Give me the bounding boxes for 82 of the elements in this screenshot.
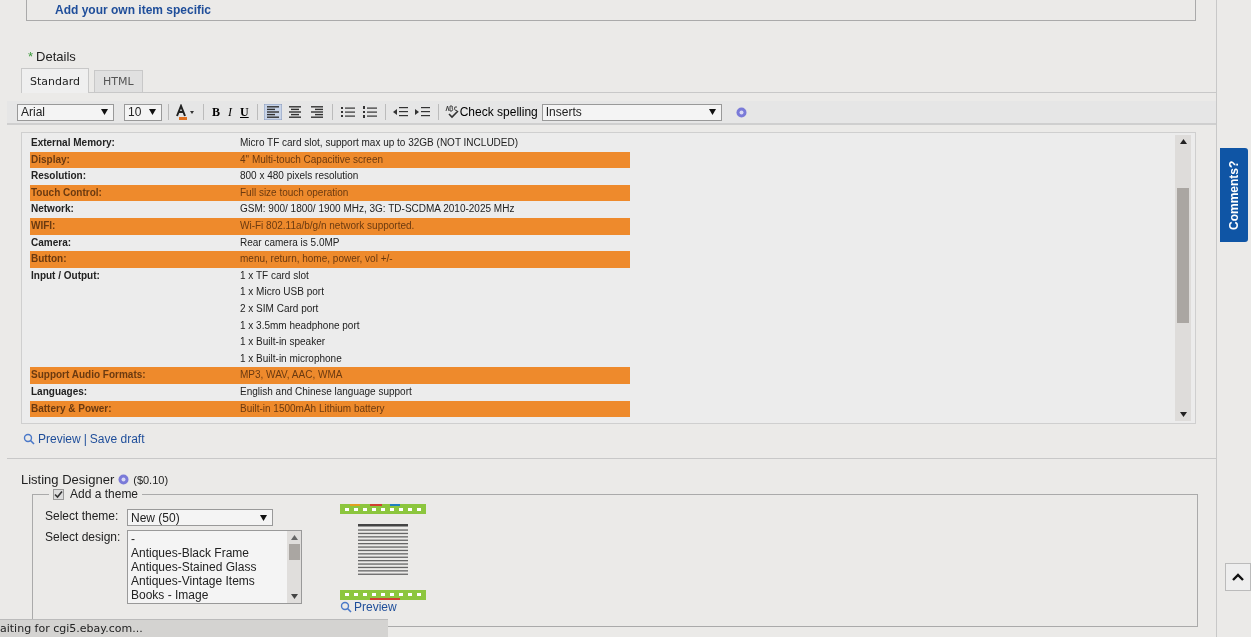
- format-button[interactable]: B: [210, 104, 222, 120]
- numbered-list-icon[interactable]: [360, 104, 379, 120]
- list-option[interactable]: -: [131, 532, 257, 546]
- section-title: Details: [36, 49, 76, 64]
- spec-value: Built-in 1500mAh Lithium battery: [240, 401, 385, 416]
- spec-label: Camera:: [30, 235, 73, 250]
- scroll-thumb[interactable]: [288, 544, 300, 560]
- spec-value: Micro TF card slot, support max up to 32GB (NOT INCLUDED): [240, 136, 519, 150]
- spec-value: 4" Multi-touch Capacitive screen: [240, 152, 384, 167]
- spec-value: GSM: 900/ 1800/ 1900 MHz, 3G: TD-SCDMA 2010-2025 MHz: [240, 202, 515, 217]
- spec-label: WIFI:: [30, 218, 57, 233]
- spec-value: Full size touch operation: [240, 185, 349, 200]
- list-option[interactable]: Books - Image: [131, 588, 257, 602]
- editor-tab[interactable]: HTML: [94, 70, 143, 92]
- checkbox[interactable]: [53, 488, 64, 500]
- spec-value: Wi-Fi 802.11a/b/g/n network supported.: [240, 218, 415, 233]
- status-bar: aiting for cgi5.ebay.com...: [0, 619, 388, 637]
- caret-icon: [260, 514, 267, 521]
- spec-label: Battery & Power:: [30, 401, 113, 416]
- spec-label: Display:: [30, 152, 71, 167]
- spec-value: 1 x Built-in speaker: [240, 335, 327, 350]
- spec-label: Button:: [30, 252, 68, 267]
- caret-icon: [101, 109, 108, 115]
- search-icon: [340, 601, 352, 613]
- scroll-top-button[interactable]: [1225, 563, 1251, 591]
- list-option[interactable]: Antiques-Black Frame: [131, 546, 257, 560]
- preview-link[interactable]: Preview: [38, 432, 81, 446]
- search-icon: [23, 433, 35, 445]
- checkbox-label: Add a theme: [70, 487, 139, 501]
- spec-value: 1 x Built-in microphone: [240, 351, 343, 366]
- scrollbar[interactable]: [1175, 135, 1191, 421]
- spellcheck-icon: [444, 105, 459, 119]
- spec-value: 2 x SIM Card port: [240, 301, 320, 316]
- spec-value: 1 x 3.5mm headphone port: [240, 318, 360, 333]
- scroll-down-icon[interactable]: [1179, 412, 1187, 417]
- comments-tab[interactable]: Comments?: [1220, 148, 1248, 242]
- spec-label: Languages:: [30, 384, 89, 399]
- editor-tab[interactable]: Standard: [21, 68, 90, 93]
- field-label: Select design:: [45, 530, 121, 546]
- preview-link[interactable]: Preview: [354, 600, 397, 614]
- price-text: ($0.10): [133, 473, 169, 486]
- spec-value: English and Chinese language support: [240, 384, 412, 399]
- font-size-select[interactable]: 10: [124, 103, 162, 121]
- spec-label: External Memory:: [30, 136, 116, 150]
- save-draft-link[interactable]: Save draft: [89, 432, 145, 446]
- field-label: Select theme:: [45, 509, 120, 525]
- spec-label: Network:: [30, 202, 75, 217]
- list-option[interactable]: Antiques-Vintage Items: [131, 574, 257, 588]
- list-option[interactable]: Antiques-Stained Glass: [131, 560, 257, 574]
- design-listbox[interactable]: - Antiques-Black Frame Antiques-Stained Glass Antiques-Vintage Items Books - Image: [127, 530, 302, 604]
- editor-area[interactable]: [21, 132, 1196, 424]
- spec-value: Rear camera is 5.0MP: [240, 235, 340, 250]
- scroll-thumb[interactable]: [1177, 188, 1189, 323]
- scroll-up-icon[interactable]: [1179, 139, 1187, 144]
- caret-icon: [149, 109, 156, 115]
- spec-value: 1 x Micro USB port: [240, 285, 325, 300]
- required-mark: *: [28, 49, 34, 64]
- spec-label: Support Audio Formats:: [30, 368, 147, 383]
- chevron-up-icon: [1232, 573, 1244, 581]
- section-title: Listing Designer: [21, 472, 115, 487]
- align-left-icon[interactable]: [263, 104, 282, 120]
- spec-value: 1 x TF card slot: [240, 268, 310, 283]
- link-separator: |: [83, 432, 87, 446]
- inserts-select[interactable]: Inserts: [541, 103, 722, 121]
- font-select[interactable]: Arial: [17, 103, 114, 121]
- spec-label: Input / Output:: [30, 268, 101, 283]
- text-color-icon[interactable]: [175, 104, 197, 120]
- check-spelling-button[interactable]: Check spelling: [444, 105, 538, 119]
- spec-label: Resolution:: [30, 169, 87, 184]
- spec-value: menu, return, home, power, vol +/-: [240, 252, 393, 267]
- spec-value: 800 x 480 pixels resolution: [240, 169, 359, 184]
- bullet-list-icon[interactable]: [338, 104, 357, 120]
- caret-icon: [708, 109, 716, 115]
- theme-select[interactable]: New (50): [127, 509, 273, 526]
- scroll-down-icon[interactable]: [290, 594, 298, 599]
- format-button[interactable]: U: [238, 104, 251, 120]
- spec-label: Touch Control:: [30, 185, 103, 200]
- spec-value: MP3, WAV, AAC, WMA: [240, 368, 343, 383]
- add-item-specific-link[interactable]: Add your own item specific: [55, 3, 212, 17]
- help-icon[interactable]: [118, 474, 130, 485]
- help-icon[interactable]: [735, 106, 747, 118]
- format-button[interactable]: I: [226, 104, 234, 120]
